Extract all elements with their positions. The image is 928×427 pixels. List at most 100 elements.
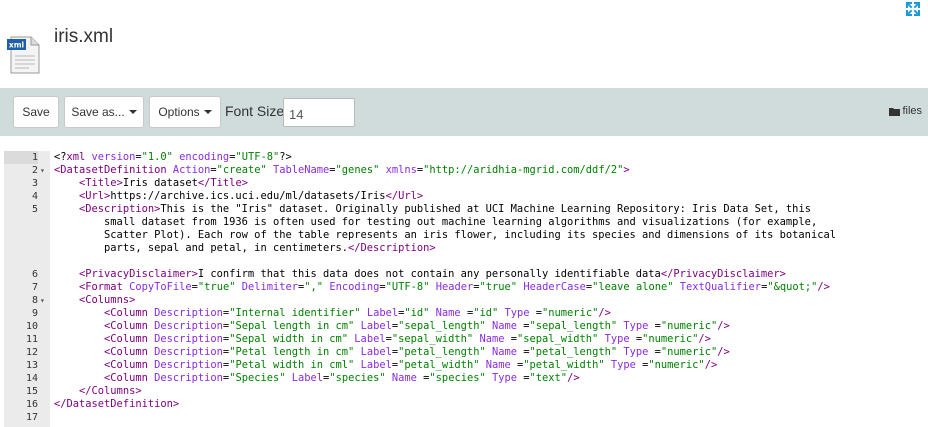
code-token: Description xyxy=(147,307,223,319)
code-token: Label xyxy=(360,307,399,319)
code-lines[interactable]: 1 <?xml version="1.0" encoding="UTF-8"?> 2… xyxy=(4,151,928,424)
code-token: version xyxy=(85,151,136,163)
code-line[interactable]: 6 <PrivacyDisclaimer>I confirm that this… xyxy=(4,268,928,281)
code-token: "UTF-8" xyxy=(235,151,280,163)
line-number: 14 xyxy=(25,373,38,384)
code-token: <PrivacyDisclaimer> xyxy=(79,268,198,280)
code-text: <?xml version="1.0" encoding="UTF-8"?> xyxy=(54,151,292,164)
code-token: "numeric" xyxy=(660,320,718,332)
code-line[interactable]: 14 <Column Description="Species" Label="… xyxy=(4,372,928,385)
code-token: "http://aridhia-mgrid.com/ddf/2" xyxy=(423,164,624,176)
files-link[interactable]: files xyxy=(889,105,922,117)
line-number: 11 xyxy=(25,334,38,345)
code-token: HeaderCase xyxy=(517,281,586,293)
folder-icon xyxy=(889,107,901,116)
code-line[interactable]: 3 <Title>Iris dataset</Title> xyxy=(4,177,928,190)
code-token: https://archive.ics.uci.edu/ml/datasets/… xyxy=(110,190,386,202)
code-token: "species" xyxy=(429,372,486,384)
line-number: 6 xyxy=(31,269,38,280)
code-token: = xyxy=(504,333,517,345)
code-token: parts, sepal and petal, in centimeters. xyxy=(54,242,349,254)
code-token: small dataset from 1936 is often used fo… xyxy=(54,216,818,228)
code-token: </Description> xyxy=(348,242,436,254)
code-token: <Column xyxy=(104,307,148,319)
code-token: </Url> xyxy=(385,190,424,202)
code-editor[interactable]: 1 <?xml version="1.0" encoding="UTF-8"?> 2… xyxy=(4,151,928,427)
code-line[interactable]: 5 <Description>This is the "Iris" datase… xyxy=(4,203,928,216)
code-line[interactable]: 8 ▾ <Columns> xyxy=(4,294,928,307)
code-line[interactable]: 4 <Url>https://archive.ics.uci.edu/ml/da… xyxy=(4,190,928,203)
code-token: Type xyxy=(617,320,649,332)
code-token: "petal_width" xyxy=(398,359,480,371)
code-token: "id" xyxy=(404,307,430,319)
code-token: Description xyxy=(147,346,223,358)
code-token: Type xyxy=(617,346,649,358)
code-token: "Petal width in cml" xyxy=(229,359,355,371)
code-token: "Sepal width in cm" xyxy=(229,333,349,345)
code-token: Encoding xyxy=(323,281,380,293)
code-line[interactable]: 2 ▾ <DatasetDefinition Action="create" Tab… xyxy=(4,164,928,177)
code-token: xml xyxy=(66,151,86,163)
code-line[interactable]: 13 <Column Description = "Petal width in c… xyxy=(4,359,928,372)
code-token: = xyxy=(517,346,530,358)
code-token: = xyxy=(529,307,543,319)
code-token: /> xyxy=(717,346,730,358)
code-token: "species" xyxy=(329,372,386,384)
code-text: Scatter Plot). Each row of the table rep… xyxy=(54,229,836,242)
code-token: </Title> xyxy=(197,177,248,189)
code-token: /> xyxy=(717,320,730,332)
code-line[interactable]: 7 <Format CopyToFile="true" Delimiter=",… xyxy=(4,281,928,294)
code-text: <PrivacyDisclaimer>I confirm that this d… xyxy=(54,268,786,281)
code-text: </DatasetDefinition> xyxy=(54,398,179,411)
code-text: <Columns> xyxy=(54,294,135,307)
save-as-dropdown[interactable]: Save as... xyxy=(64,96,144,128)
expand-icon[interactable] xyxy=(906,2,920,16)
line-number: 12 xyxy=(25,347,38,358)
line-number: 16 xyxy=(25,399,38,410)
code-token: Label xyxy=(354,346,392,358)
code-token: Description xyxy=(147,372,223,384)
code-token: "leave alone" xyxy=(592,281,674,293)
code-token: <Column xyxy=(104,372,148,384)
file-title: iris.xml xyxy=(54,26,114,47)
code-line[interactable]: 1 <?xml version="1.0" encoding="UTF-8"?> xyxy=(4,151,928,164)
code-token: "numeric" xyxy=(642,333,699,345)
save-button[interactable]: Save xyxy=(13,96,59,128)
code-token: "Petal length in cm" xyxy=(229,346,355,358)
line-number: 10 xyxy=(25,321,38,332)
code-token: "petal_length" xyxy=(398,346,486,358)
code-token: "true" xyxy=(197,281,236,293)
code-line[interactable]: 11 <Column Description = "Sepal width in c… xyxy=(4,333,928,346)
code-token: </Columns> xyxy=(79,385,142,397)
code-text: <Column Description="Species" Label="spe… xyxy=(54,372,580,385)
code-line[interactable]: 10 <Column Description = "Sepal length in … xyxy=(4,320,928,333)
code-token: TextQualifier xyxy=(673,281,762,293)
code-line[interactable]: 9 <Column Description = "Internal identifi… xyxy=(4,307,928,320)
code-line[interactable]: 15 </Columns> xyxy=(4,385,928,398)
fold-toggle-icon[interactable]: ▾ xyxy=(40,294,48,307)
code-token: Type xyxy=(485,372,518,384)
code-line[interactable]: 16 </DatasetDefinition> xyxy=(4,398,928,411)
fold-toggle-icon[interactable]: ▾ xyxy=(40,164,48,177)
code-line[interactable]: parts, sepal and petal, in centimeters.<… xyxy=(4,242,928,255)
code-token: /> xyxy=(698,333,711,345)
code-text: <Column Description = "Internal identifier… xyxy=(54,307,611,320)
code-line[interactable]: 12 <Column Description = "Petal length in … xyxy=(4,346,928,359)
code-line[interactable]: Scatter Plot). Each row of the table rep… xyxy=(4,229,928,242)
code-line[interactable] xyxy=(4,255,928,268)
code-line[interactable]: small dataset from 1936 is often used fo… xyxy=(4,216,928,229)
code-token: Label xyxy=(354,359,392,371)
font-size-input[interactable] xyxy=(283,98,355,127)
code-line[interactable]: 17 xyxy=(4,411,928,424)
code-token: "petal_width" xyxy=(523,359,605,371)
chevron-down-icon xyxy=(203,110,212,114)
options-dropdown[interactable]: Options xyxy=(149,96,221,128)
